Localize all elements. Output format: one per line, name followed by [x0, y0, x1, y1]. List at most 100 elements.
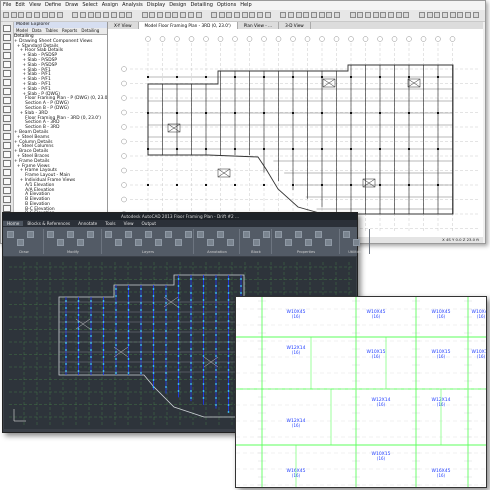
ribbon-button[interactable] [87, 231, 94, 238]
draw-tool-button[interactable] [3, 106, 11, 113]
toolbar-button[interactable] [195, 12, 202, 18]
toolbar-button[interactable] [226, 12, 233, 18]
ribbon-button[interactable] [57, 239, 64, 246]
menu-item-analysis[interactable]: Analysis [120, 2, 145, 8]
ribbon-button[interactable] [145, 231, 152, 238]
draw-tool-button[interactable] [3, 169, 11, 176]
menu-item-define[interactable]: Define [43, 2, 63, 8]
toolbar-button[interactable] [303, 12, 310, 18]
ribbon-button[interactable] [253, 239, 260, 246]
draw-tool-button[interactable] [3, 151, 11, 158]
toolbar-button[interactable] [10, 12, 17, 18]
explorer-tab-data[interactable]: Data [30, 28, 44, 33]
toolbar-button[interactable] [434, 12, 441, 18]
ribbon-button[interactable] [353, 239, 360, 246]
menu-item-assign[interactable]: Assign [100, 2, 120, 8]
ribbon-button[interactable] [77, 239, 84, 246]
explorer-tab-reports[interactable]: Reports [60, 28, 79, 33]
toolbar-button[interactable] [41, 12, 48, 18]
view-tab[interactable]: X-Y View [108, 22, 139, 29]
toolbar-button[interactable] [380, 12, 387, 18]
toolbar-button[interactable] [472, 12, 479, 18]
toolbar-button[interactable] [287, 12, 294, 18]
toolbar-button[interactable] [457, 12, 464, 18]
toolbar-button[interactable] [3, 12, 9, 18]
toolbar-button[interactable] [210, 12, 217, 18]
toolbar-button[interactable] [180, 12, 187, 18]
draw-tool-button[interactable] [3, 133, 11, 140]
toolbar-button[interactable] [33, 12, 40, 18]
draw-tool-button[interactable] [3, 97, 11, 104]
ribbon-button[interactable] [67, 231, 74, 238]
ribbon-button[interactable] [197, 231, 204, 238]
draw-tool-button[interactable] [3, 52, 11, 59]
toolbar-button[interactable] [126, 12, 133, 18]
draw-tool-button[interactable] [3, 160, 11, 167]
draw-tool-button[interactable] [3, 205, 11, 212]
toolbar-button[interactable] [49, 12, 56, 18]
draw-tool-button[interactable] [3, 43, 11, 50]
toolbar-button[interactable] [334, 12, 341, 18]
toolbar-button[interactable] [149, 12, 156, 18]
view-tab[interactable]: Model Floor Framing Plan - 3RD (0, 23.0'… [138, 22, 238, 29]
toolbar-button[interactable] [80, 12, 86, 18]
toolbar-button[interactable] [218, 12, 225, 18]
toolbar-button[interactable] [234, 12, 240, 18]
menu-item-display[interactable]: Display [145, 2, 167, 8]
toolbar-button[interactable] [372, 12, 379, 18]
menu-item-select[interactable]: Select [80, 2, 99, 8]
ribbon-button[interactable] [315, 231, 322, 238]
toolbar-button[interactable] [249, 12, 256, 18]
ribbon-button[interactable] [125, 231, 132, 238]
toolbar-button[interactable] [72, 12, 79, 18]
ribbon-button[interactable] [217, 231, 224, 238]
toolbar-button[interactable] [326, 12, 333, 18]
toolbar-button[interactable] [388, 12, 394, 18]
menu-item-options[interactable]: Options [215, 2, 238, 8]
ribbon-tab-output[interactable]: Output [138, 221, 161, 226]
ribbon-button[interactable] [165, 231, 172, 238]
ribbon-button[interactable] [47, 231, 54, 238]
explorer-tab-tables[interactable]: Tables [44, 28, 60, 33]
toolbar-button[interactable] [403, 12, 410, 18]
draw-tool-button[interactable] [3, 178, 11, 185]
toolbar-button[interactable] [318, 12, 325, 18]
toolbar-button[interactable] [280, 12, 287, 18]
toolbar-button[interactable] [26, 12, 33, 18]
toolbar-button[interactable] [241, 12, 248, 18]
ribbon-button[interactable] [285, 239, 292, 246]
toolbar-button[interactable] [187, 12, 194, 18]
ribbon-button[interactable] [305, 239, 312, 246]
view-tab[interactable]: 3-D View [279, 22, 311, 29]
toolbar-button[interactable] [264, 12, 271, 18]
toolbar-button[interactable] [441, 12, 448, 18]
view-tab[interactable]: Plan View - ... [238, 22, 280, 29]
toolbar-button[interactable] [395, 12, 402, 18]
toolbar-button[interactable] [118, 12, 125, 18]
ribbon-button[interactable] [115, 239, 122, 246]
ribbon-button[interactable] [175, 239, 182, 246]
toolbar-button[interactable] [18, 12, 25, 18]
ribbon-button[interactable] [207, 239, 214, 246]
ribbon-tab-annotate[interactable]: Annotate [74, 221, 101, 226]
explorer-tab-detailing[interactable]: Detailing [79, 28, 101, 33]
toolbar-button[interactable] [357, 12, 364, 18]
toolbar-button[interactable] [87, 12, 94, 18]
ribbon-button[interactable] [243, 231, 250, 238]
toolbar-button[interactable] [465, 12, 471, 18]
ribbon-button[interactable] [135, 239, 142, 246]
toolbar-button[interactable] [141, 12, 148, 18]
toolbar-button[interactable] [257, 12, 264, 18]
toolbar-button[interactable] [172, 12, 179, 18]
toolbar-button[interactable] [426, 12, 433, 18]
draw-tool-button[interactable] [3, 187, 11, 194]
toolbar-button[interactable] [364, 12, 371, 18]
toolbar-button[interactable] [110, 12, 117, 18]
draw-tool-button[interactable] [3, 124, 11, 131]
ribbon-button[interactable] [185, 231, 192, 238]
menu-item-detailing[interactable]: Detailing [188, 2, 214, 8]
ribbon-button[interactable] [275, 231, 282, 238]
draw-tool-button[interactable] [3, 70, 11, 77]
draw-tool-button[interactable] [3, 61, 11, 68]
menu-item-design[interactable]: Design [167, 2, 188, 8]
